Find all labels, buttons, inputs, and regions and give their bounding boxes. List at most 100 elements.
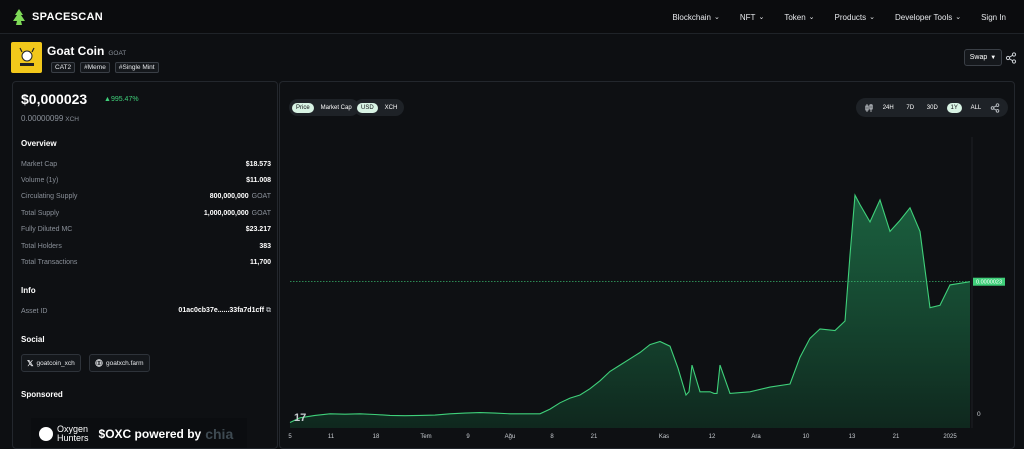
nav-nft-label: NFT <box>739 12 756 22</box>
overview-row: Volume (1y) $11.008 <box>21 174 271 186</box>
nav-blockchain-label: Blockchain <box>672 12 711 22</box>
overview-value-text: 1,000,000,000 <box>203 209 249 217</box>
swap-label: Swap <box>969 54 988 61</box>
nav-blockchain[interactable]: Blockchain ⌄ <box>672 13 720 22</box>
token-logo <box>11 42 42 73</box>
x-tick-label: 18 <box>373 434 380 440</box>
chia-logo: chia <box>205 426 234 442</box>
website-link[interactable]: goatxch.farm <box>89 354 150 372</box>
x-tick-label: 5 <box>288 434 292 440</box>
overview-title: Overview <box>21 139 57 148</box>
token-title: Goat Coin GOAT <box>47 44 126 58</box>
brand-logo[interactable]: SPACESCAN <box>12 8 103 25</box>
website-url: goatxch.farm <box>106 359 144 367</box>
overview-row-label: Circulating Supply <box>21 193 78 201</box>
overview-row-value: 800,000,000 GOAT <box>210 193 271 200</box>
nav-developer-tools[interactable]: Developer Tools ⌄ <box>895 13 961 22</box>
x-tick-label: Ara <box>751 434 761 440</box>
x-tick-label: 11 <box>328 434 335 440</box>
asset-id-label: Asset ID <box>21 307 48 315</box>
y-tick-label: 0 <box>977 411 981 418</box>
x-tick-label: 10 <box>803 434 810 440</box>
price-chart-panel: Price Market Cap USD XCH 24H 7D 30D 1Y A… <box>279 81 1015 449</box>
overview-row: Circulating Supply 800,000,000 GOAT <box>21 191 271 203</box>
token-name: Goat Coin <box>47 44 105 58</box>
overview-value-text: 11,700 <box>249 258 271 266</box>
overview-value-unit: GOAT <box>251 193 271 201</box>
globe-icon <box>95 359 103 367</box>
x-tick-label: Tem <box>420 434 431 440</box>
price-area-fill <box>290 195 970 428</box>
nav-developer-tools-label: Developer Tools <box>895 12 953 22</box>
overview-row-value: 11,700 <box>250 259 271 266</box>
price-usd: $0,000023 <box>21 91 88 107</box>
share-icon[interactable] <box>1005 52 1017 64</box>
x-tick-label: 21 <box>591 434 598 440</box>
overview-value-text: $18.573 <box>245 160 271 168</box>
price-chart[interactable]: 0.0000023 0 5 11 18 Tem 9 Ağu 8 21 Kas 12 Ara 10 13 21… <box>280 82 1015 449</box>
chevron-down-icon: ⌄ <box>758 14 765 21</box>
info-title: Info <box>21 286 36 295</box>
nav-links: Blockchain ⌄ NFT ⌄ Token ⌄ Products ⌄ Develo… <box>652 0 1006 34</box>
token-tags: CAT2 #Meme #Single Mint <box>51 62 159 73</box>
overview-row-label: Total Supply <box>21 209 60 217</box>
x-tick-label: 13 <box>849 434 856 440</box>
asset-id-row: Asset ID 01ac0cb37e......33fa7d1cff ⧉ <box>21 305 271 317</box>
overview-row-label: Volume (1y) <box>21 176 59 184</box>
chevron-down-icon: ⌄ <box>714 14 720 21</box>
swap-button[interactable]: Swap ▼ <box>964 49 1002 66</box>
nav-products[interactable]: Products ⌄ <box>835 13 875 22</box>
nav-token[interactable]: Token ⌄ <box>784 13 814 22</box>
overview-row: Fully Diluted MC $23.217 <box>21 224 271 236</box>
overview-value-text: 383 <box>259 242 271 250</box>
brand-name: SPACESCAN <box>32 10 103 23</box>
nav-products-label: Products <box>834 12 867 22</box>
copy-icon[interactable]: ⧉ <box>266 307 271 314</box>
oxygen-hunters-name: Oxygen Hunters <box>57 425 89 443</box>
goat-icon <box>18 47 35 66</box>
x-tick-label: 9 <box>466 434 470 440</box>
current-price-label: 0.0000023 <box>976 280 1002 286</box>
overview-row-value: $11.008 <box>246 177 271 184</box>
overview-value-unit: GOAT <box>251 209 271 217</box>
asset-id-value[interactable]: 01ac0cb37e......33fa7d1cff ⧉ <box>178 307 271 315</box>
asset-id-text: 01ac0cb37e......33fa7d1cff <box>178 307 265 314</box>
x-tick-label: 21 <box>893 434 900 440</box>
overview-row: Total Holders 383 <box>21 240 271 252</box>
token-header: Goat Coin GOAT CAT2 #Meme #Single Mint Sw… <box>0 35 1024 79</box>
twitter-handle: goatcoin_xch <box>36 359 75 367</box>
sign-in-link[interactable]: Sign In <box>981 13 1006 22</box>
spacescan-logo-icon <box>13 8 25 25</box>
chevron-down-icon: ⌄ <box>869 14 875 21</box>
overview-row: Market Cap $18.573 <box>21 158 271 170</box>
x-tick-label: 8 <box>550 434 554 440</box>
overview-row-label: Fully Diluted MC <box>21 226 73 234</box>
nav-nft[interactable]: NFT ⌄ <box>740 13 764 22</box>
overview-row-label: Market Cap <box>21 160 58 168</box>
tag-meme[interactable]: #Meme <box>80 62 110 73</box>
arrow-up-icon: ▲ <box>104 96 111 103</box>
overview-value-text: $23.217 <box>245 226 271 234</box>
overview-row-label: Total Holders <box>21 242 62 250</box>
price-change-value: 995.47% <box>110 96 139 103</box>
tradingview-logo-icon[interactable]: 17 <box>294 412 306 424</box>
token-symbol: GOAT <box>108 50 127 57</box>
tag-single-mint[interactable]: #Single Mint <box>114 62 159 73</box>
sponsored-banner[interactable]: Oxygen Hunters $OXC powered by chia <box>31 418 247 448</box>
x-tick-label: Kas <box>659 434 669 440</box>
chevron-down-icon: ⌄ <box>808 14 815 21</box>
overview-value-text: $11.008 <box>246 176 271 184</box>
x-tick-label: Ağu <box>505 434 516 440</box>
twitter-link[interactable]: 𝕏goatcoin_xch <box>21 354 81 372</box>
token-details-panel: $0,000023 ▲995.47% 0.00000099 XCH Overvie… <box>12 81 278 449</box>
overview-row-label: Total Transactions <box>21 258 78 266</box>
overview-row-value: $23.217 <box>246 226 271 233</box>
caret-down-icon: ▼ <box>990 54 997 61</box>
sponsored-title: Sponsored <box>21 390 63 399</box>
overview-row: Total Transactions 11,700 <box>21 256 271 268</box>
overview-row-value: 1,000,000,000 GOAT <box>204 210 271 217</box>
overview-value-text: 800,000,000 <box>209 193 249 201</box>
price-xch-value: 0.00000099 <box>21 114 64 123</box>
social-title: Social <box>21 335 45 344</box>
tag-cat2[interactable]: CAT2 <box>51 62 76 73</box>
